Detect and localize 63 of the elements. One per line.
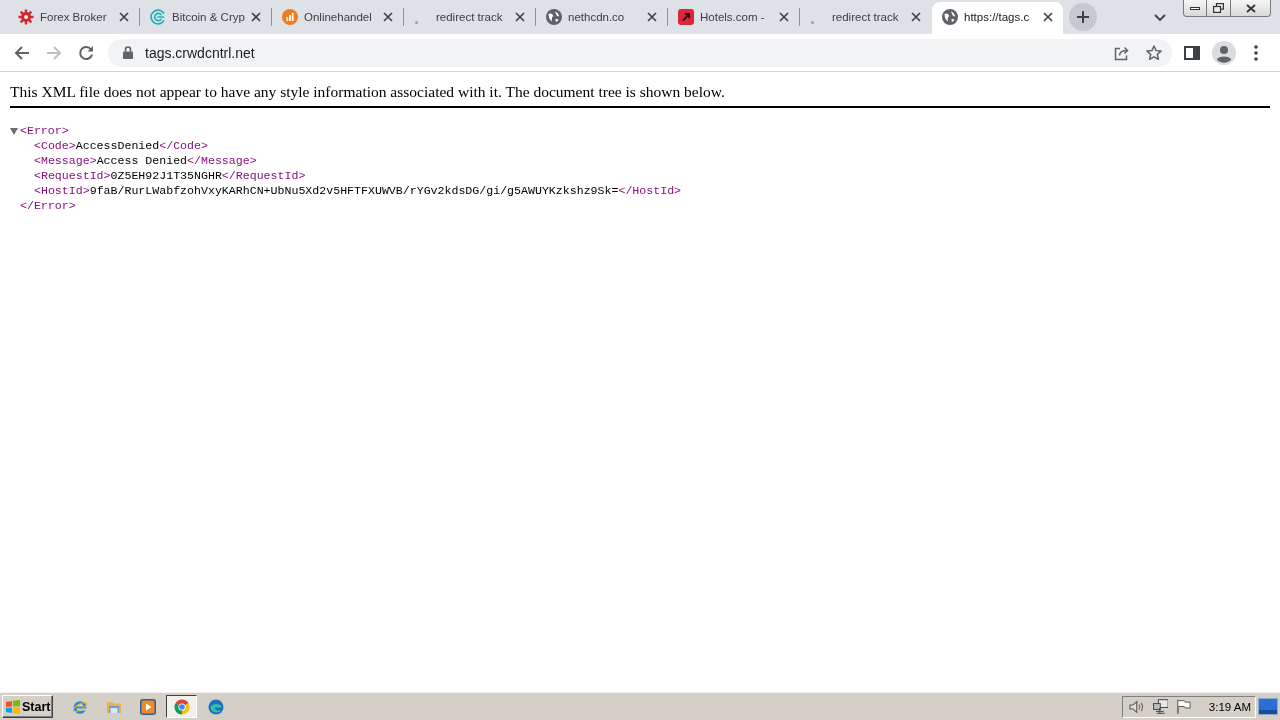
close-icon[interactable] xyxy=(779,11,789,22)
close-icon[interactable] xyxy=(251,11,261,22)
xml-line: <RequestId>0Z5EH92J1T35NGHR</RequestId> xyxy=(34,168,306,183)
browser-tab[interactable]: redirect track xyxy=(800,2,931,34)
wave-logo-icon xyxy=(207,698,224,715)
c-logo-icon xyxy=(150,8,166,25)
globe-icon xyxy=(546,8,562,25)
xml-notice-text: This XML file does not appear to have any style information associated with it. The document tree is shown below. xyxy=(10,83,725,101)
xml-line: <Message>Access Denied</Message> xyxy=(34,153,257,168)
browser-logo-icon xyxy=(173,698,190,715)
clock-text[interactable]: 3:19 AM xyxy=(1208,700,1251,713)
url-text: tags.crwdcntrl.net xyxy=(145,44,256,61)
media-player-icon xyxy=(139,698,156,715)
taskbar-button[interactable] xyxy=(166,695,197,718)
menu-icon[interactable] xyxy=(1254,44,1258,61)
lock-icon[interactable] xyxy=(123,46,133,59)
dot-icon xyxy=(811,20,814,24)
browser-tab[interactable]: Forex Broker xyxy=(8,2,139,34)
close-icon xyxy=(1245,3,1256,13)
xml-line: </Error> xyxy=(20,198,76,213)
bar-chart-icon xyxy=(282,8,298,25)
close-icon[interactable] xyxy=(911,11,921,22)
browser-tab[interactable]: Onlinehandel xyxy=(272,2,403,34)
minimize-icon xyxy=(1190,6,1200,10)
e-logo-icon xyxy=(71,698,88,715)
start-button[interactable]: Start xyxy=(2,695,53,718)
expand-triangle-icon[interactable] xyxy=(10,126,18,135)
dot-icon xyxy=(415,20,418,24)
globe-icon xyxy=(942,8,958,25)
network-icon[interactable] xyxy=(1152,699,1169,714)
xml-line: <Code>AccessDenied</Code> xyxy=(34,138,208,153)
square-logo-icon xyxy=(678,8,694,25)
star-icon[interactable] xyxy=(1146,44,1162,61)
address-bar[interactable]: tags.crwdcntrl.net xyxy=(108,38,1172,67)
cog-icon xyxy=(18,8,34,25)
close-icon[interactable] xyxy=(515,11,525,22)
restore-button[interactable] xyxy=(1207,0,1231,17)
side-panel-icon[interactable] xyxy=(1184,45,1200,60)
flag-icon[interactable] xyxy=(1176,699,1191,714)
browser-tab[interactable]: https://tags.c xyxy=(932,2,1063,34)
xml-line: <Error> xyxy=(20,123,69,138)
browser-tab[interactable]: Bitcoin & Cryp xyxy=(140,2,271,34)
share-icon[interactable] xyxy=(1114,44,1130,61)
close-icon[interactable] xyxy=(647,11,657,22)
profile-icon[interactable] xyxy=(1212,40,1236,65)
xml-line: <HostId>9faB/RurLWabfzohVxyKARhCN+UbNu5Xd2v5HFTFXUWVB/rYGv2kdsDG/gi/g5AWUYKzkshz9Sk=</HostId> xyxy=(34,183,682,198)
desktop-icon[interactable] xyxy=(1258,698,1278,715)
browser-tab[interactable]: redirect track xyxy=(404,2,535,34)
back-icon[interactable] xyxy=(14,44,30,61)
browser-tab[interactable]: nethcdn.co xyxy=(536,2,667,34)
plus-icon xyxy=(1077,11,1089,23)
reload-icon[interactable] xyxy=(78,44,94,61)
close-icon[interactable] xyxy=(383,11,393,22)
new-tab-button[interactable] xyxy=(1069,3,1097,31)
close-button[interactable] xyxy=(1231,0,1271,17)
flag-logo-icon xyxy=(5,698,21,715)
browser-tab[interactable]: Hotels.com - xyxy=(668,2,799,34)
restore-icon xyxy=(1213,3,1224,13)
close-icon[interactable] xyxy=(119,11,129,22)
minimize-button[interactable] xyxy=(1183,0,1207,17)
close-icon[interactable] xyxy=(1043,11,1053,22)
caret-icon[interactable] xyxy=(1154,13,1166,21)
speaker-icon[interactable] xyxy=(1129,699,1145,714)
